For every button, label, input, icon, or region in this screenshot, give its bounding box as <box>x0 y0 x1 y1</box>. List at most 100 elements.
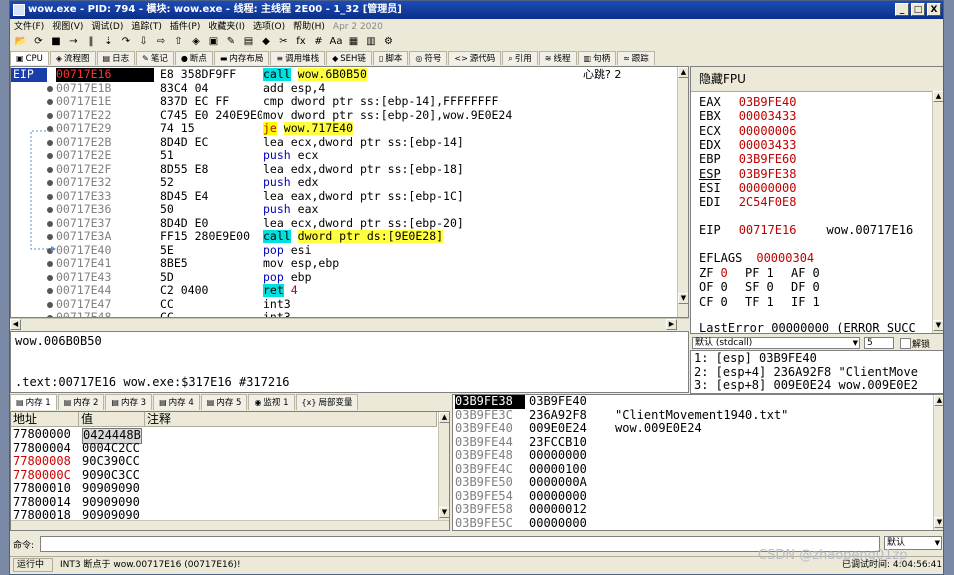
disasm-row[interactable]: 00717E40 5E pop esi <box>11 243 688 258</box>
tab-callstack[interactable]: ≡ 调用堆栈 <box>270 51 326 65</box>
execute-till-return-icon[interactable]: ⇧ <box>172 35 186 48</box>
open-icon[interactable]: 📂 <box>14 35 28 48</box>
tab-内存-1[interactable]: ▤ 内存 1 <box>10 394 57 410</box>
stack-row[interactable]: 03B9FE40 009E0E24 wow.009E0E24 <box>453 421 933 436</box>
call-arg-row[interactable]: 3: [esp+8] 009E0E24 wow.009E0E2 <box>694 378 918 392</box>
tab-内存-5[interactable]: ▤ 内存 5 <box>200 394 248 410</box>
menu-plugins[interactable]: 插件(P) <box>166 20 204 34</box>
trace-over-icon[interactable]: ⇨ <box>154 35 168 48</box>
scroll-up-icon[interactable]: ▲ <box>934 395 943 406</box>
stack-row[interactable]: 03B9FE38 03B9FE40 <box>453 395 933 409</box>
flag-of[interactable]: OF 0 <box>699 280 728 294</box>
stop-icon[interactable]: ■ <box>49 35 63 48</box>
command-input[interactable] <box>40 536 880 552</box>
disasm-row[interactable]: 00717E41 8BE5 mov esp,ebp <box>11 256 688 271</box>
registers-pane[interactable]: 隐藏FPU ▲ ▼ EAX 03B9FE40 EBX 00003433 ECX 00000… <box>690 66 943 334</box>
stack-row[interactable]: 03B9FE3C 236A92F8 "ClientMovement1940.txt" <box>453 408 933 423</box>
tab-监视-1[interactable]: ◉ 监视 1 <box>248 394 295 410</box>
pause-icon[interactable]: ‖ <box>84 35 98 48</box>
disasm-row[interactable]: 00717E1B 83C4 04 add esp,4 <box>11 81 688 96</box>
disasm-row[interactable]: 00717E33 8D45 E4 lea eax,dword ptr ss:[ebp… <box>11 189 688 204</box>
tab-source[interactable]: <> 源代码 <box>448 51 502 65</box>
disasm-row[interactable]: 00717E37 8D4D E0 lea ecx,dword ptr ss:[ebp… <box>11 216 688 231</box>
step-over-icon[interactable]: ↷ <box>119 35 133 48</box>
tab-breakpoint[interactable]: ● 断点 <box>174 51 213 65</box>
register-esi[interactable]: ESI 00000000 <box>699 181 796 195</box>
memory-map-icon[interactable]: ▥ <box>364 35 378 48</box>
unlock-checkbox[interactable] <box>900 338 911 349</box>
flag-af[interactable]: AF 0 <box>791 266 820 280</box>
dump-hscrollbar[interactable] <box>11 520 449 530</box>
step-into-icon[interactable]: ⇣ <box>102 35 116 48</box>
scroll-left-icon[interactable]: ◀ <box>10 319 21 330</box>
tab-log[interactable]: ▤ 日志 <box>96 51 136 65</box>
stack-row[interactable]: 03B9FE48 00000000 <box>453 448 933 463</box>
disasm-row[interactable]: 00717E3A FF15 280E9E00 call dword ptr ds:[… <box>11 229 688 244</box>
stack-row[interactable]: 03B9FE5C 00000000 <box>453 516 933 531</box>
scroll-up-icon[interactable]: ▲ <box>439 412 449 423</box>
flag-if[interactable]: IF 1 <box>791 295 820 309</box>
tab-handles[interactable]: ▥ 句柄 <box>577 51 617 65</box>
hash-icon[interactable]: # <box>312 35 326 48</box>
disasm-row[interactable]: 00717E43 5D pop ebp <box>11 270 688 285</box>
stack-view[interactable]: ▲ ▼ 03B9FE38 03B9FE40 03B9FE3C 236A92F8 "Cli… <box>452 394 943 531</box>
call-args-pane[interactable]: 1: [esp] 03B9FE40 2: [esp+4] 236A92F8 "Cl… <box>690 350 943 394</box>
disasm-row[interactable]: 00717E2E 51 push ecx <box>11 148 688 163</box>
flag-df[interactable]: DF 0 <box>791 280 820 294</box>
font-icon[interactable]: Aa <box>329 35 343 48</box>
register-eax[interactable]: EAX 03B9FE40 <box>699 95 796 109</box>
register-ecx[interactable]: ECX 00000006 <box>699 124 796 138</box>
scroll-up-icon[interactable]: ▲ <box>678 67 688 78</box>
disasm-row[interactable]: 00717E1E 837D EC FF cmp dword ptr ss:[ebp-… <box>11 94 688 109</box>
hide-fpu-button[interactable]: 隐藏FPU <box>691 67 943 92</box>
disasm-row[interactable]: EIP 00717E16 E8 358DF9FF call wow.6B0B50 心跳?… <box>11 67 688 82</box>
tab-threads[interactable]: ≋ 线程 <box>538 51 577 65</box>
register-edx[interactable]: EDX 00003433 <box>699 138 796 152</box>
tab-script[interactable]: ▯ 脚本 <box>372 51 409 65</box>
arg-count-spinner[interactable]: 5 <box>864 337 894 349</box>
column-address[interactable]: 地址 <box>11 412 79 427</box>
column-value[interactable]: 值 <box>79 412 145 427</box>
trace-into-icon[interactable]: ⇩ <box>137 35 151 48</box>
flag-sf[interactable]: SF 0 <box>745 280 774 294</box>
title-bar[interactable]: wow.exe - PID: 794 - 模块: wow.exe - 线程: 主… <box>10 1 943 19</box>
close-button[interactable]: X <box>927 3 941 16</box>
menu-debug[interactable]: 调试(D) <box>87 20 127 34</box>
menu-view[interactable]: 视图(V) <box>48 20 87 34</box>
maximize-button[interactable]: □ <box>911 3 925 16</box>
menu-trace[interactable]: 追踪(T) <box>127 20 166 34</box>
patch-icon[interactable]: ✎ <box>224 35 238 48</box>
call-arg-row[interactable]: 1: [esp] 03B9FE40 <box>694 351 817 365</box>
menu-options[interactable]: 选项(O) <box>249 20 289 34</box>
scroll-right-icon[interactable]: ▶ <box>666 319 677 330</box>
memory-dump[interactable]: 地址 值 注释 ▲ ▼ 77800000 0424448B 77800004 0004… <box>10 411 450 531</box>
stack-row[interactable]: 03B9FE54 00000000 <box>453 489 933 504</box>
tab-flowchart[interactable]: ◈ 流程图 <box>49 51 96 65</box>
call-arg-row[interactable]: 2: [esp+4] 236A92F8 "ClientMove <box>694 365 918 379</box>
disassembly-hscrollbar[interactable]: ◀ ▶ <box>10 318 689 331</box>
register-eip[interactable]: EIP 00717E16 wow.00717E16 <box>699 223 913 237</box>
tab-notes[interactable]: ✎ 笔记 <box>136 51 174 65</box>
tab-trace[interactable]: ≈ 跟踪 <box>617 51 655 65</box>
menu-file[interactable]: 文件(F) <box>10 20 48 34</box>
disasm-row[interactable]: 00717E36 50 push eax <box>11 202 688 217</box>
disassembly-view[interactable]: 00717E48 CC int3 00717E47 CC int3 00717E44 C2 0… <box>10 66 689 318</box>
flag-cf[interactable]: CF 0 <box>699 295 728 309</box>
breakpoint-toggle-icon[interactable]: ▣ <box>207 35 221 48</box>
comment-icon[interactable]: ▤ <box>242 35 256 48</box>
stack-row[interactable]: 03B9FE50 0000000A <box>453 475 933 490</box>
disasm-row[interactable]: 00717E2F 8D55 E8 lea edx,dword ptr ss:[ebp… <box>11 162 688 177</box>
disasm-row[interactable]: 00717E48 CC int3 <box>11 310 688 317</box>
label-icon[interactable]: ◆ <box>259 35 273 48</box>
menu-help[interactable]: 帮助(H) <box>289 20 329 34</box>
tab-局部变量[interactable]: {x} 局部变量 <box>295 394 359 410</box>
scroll-down-icon[interactable]: ▼ <box>439 507 449 518</box>
tab-symbol[interactable]: ◎ 符号 <box>409 51 448 65</box>
register-esp[interactable]: ESP 03B9FE38 <box>699 167 796 181</box>
column-comment[interactable]: 注释 <box>145 412 437 427</box>
register-ebx[interactable]: EBX 00003433 <box>699 109 796 123</box>
disasm-row[interactable]: 00717E29 74 15 je wow.717E40 <box>11 121 688 136</box>
register-lasterror[interactable]: LastError 00000000 (ERROR_SUCC <box>699 321 916 333</box>
bookmark-icon[interactable]: ✂ <box>277 35 291 48</box>
disasm-row[interactable]: 00717E32 52 push edx <box>11 175 688 190</box>
